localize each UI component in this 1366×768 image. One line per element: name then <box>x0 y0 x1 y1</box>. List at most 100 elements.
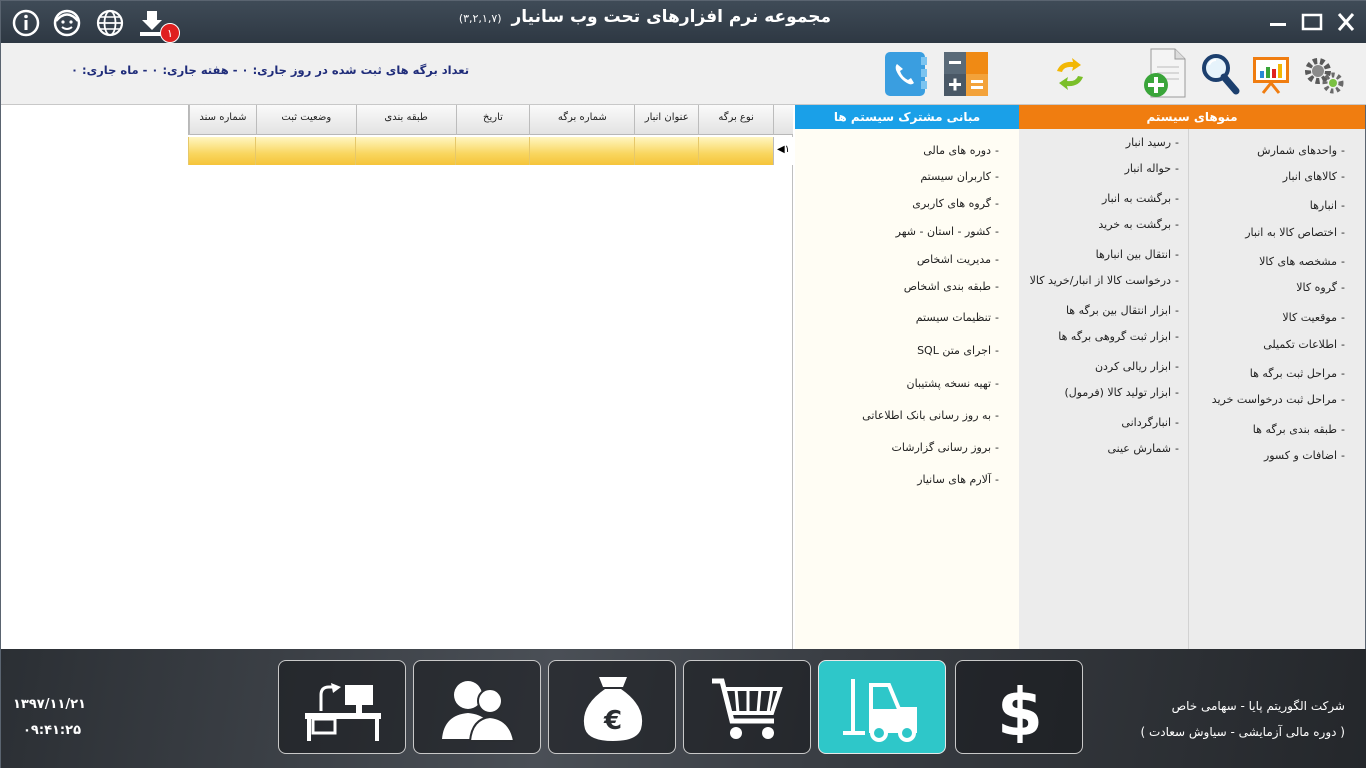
menu-item-return-to-warehouse[interactable]: -برگشت به انبار <box>1102 192 1179 205</box>
search-icon[interactable] <box>1199 51 1241 97</box>
menu-item-sheet-transfer-tool[interactable]: -ابزار انتقال بین برگه ها <box>1066 304 1179 317</box>
menu-item-assign-goods[interactable]: -اختصاص کالا به انبار <box>1245 226 1345 239</box>
menu-item-purchase-return[interactable]: -برگشت به خرید <box>1098 218 1179 231</box>
menu-item-goods-location[interactable]: -موقعیت کالا <box>1282 311 1345 324</box>
table-cell[interactable] <box>355 137 455 165</box>
table-cell[interactable] <box>455 137 529 165</box>
grid-col-document-number[interactable]: شماره سند <box>189 105 256 135</box>
notification-badge: ۱ <box>160 23 180 43</box>
window-title-text: مجموعه نرم افزارهای تحت وب سانیار <box>511 7 831 27</box>
people-icon <box>442 681 516 742</box>
module-office-button[interactable] <box>278 660 406 754</box>
grid-col-sheet-number[interactable]: شماره برگه <box>529 105 634 135</box>
phonebook-icon[interactable] <box>881 49 931 99</box>
menu-item-run-sql[interactable]: -اجرای متن SQL <box>917 344 999 357</box>
office-desk-icon <box>305 683 381 741</box>
menu-item-purchase-request-steps[interactable]: -مراحل ثبت درخواست خرید <box>1212 393 1345 406</box>
table-row[interactable]: ۱◀ <box>188 137 793 165</box>
menu-item-reports-update[interactable]: -بروز رسانی گزارشات <box>892 441 999 454</box>
module-accounting-button[interactable]: $ <box>955 660 1083 754</box>
grid-col-date[interactable]: تاریخ <box>455 105 530 135</box>
globe-icon[interactable] <box>95 8 125 38</box>
menu-item-warehouse-receipt[interactable]: -رسید انبار <box>1126 136 1179 149</box>
settings-icon[interactable] <box>1301 53 1347 97</box>
table-cell[interactable] <box>255 137 355 165</box>
menu-item-rial-valuation-tool[interactable]: -ابزار ریالی کردن <box>1095 360 1179 373</box>
maximize-button[interactable] <box>1300 11 1324 33</box>
support-icon[interactable] <box>52 8 82 38</box>
menu-item-sheet-steps[interactable]: -مراحل ثبت برگه ها <box>1250 367 1345 380</box>
module-people-button[interactable] <box>413 660 541 754</box>
menu-item-additions-deductions[interactable]: -اضافات و کسور <box>1264 449 1345 462</box>
grid-col-warehouse-title[interactable]: عنوان انبار <box>634 105 698 135</box>
menu-item-alarms[interactable]: -آلارم های سانیار <box>917 473 999 486</box>
table-cell[interactable] <box>188 137 255 165</box>
grid-col-status[interactable]: وضعیت ثبت <box>255 105 356 135</box>
menu-item-person-categories[interactable]: -طبقه بندی اشخاص <box>904 280 999 293</box>
menu-item-system-users[interactable]: -کاربران سیستم <box>920 170 999 183</box>
shared-menu-panel: مبانی مشترک سیستم ها -دوره های مالی -کار… <box>795 105 1019 649</box>
company-name: شرکت الگوریتم پایا - سهامی خاص <box>1171 699 1345 713</box>
info-icon[interactable] <box>11 8 41 38</box>
forklift-icon <box>843 679 917 742</box>
module-warehouse-button[interactable] <box>818 660 946 754</box>
menu-item-production-tool[interactable]: -ابزار تولید کالا (فرمول) <box>1064 386 1179 399</box>
menu-item-country-province-city[interactable]: -کشور - استان - شهر <box>896 225 999 238</box>
menu-item-goods-attributes[interactable]: -مشخصه های کالا <box>1259 255 1345 268</box>
menu-item-database-update[interactable]: -به روز رسانی بانک اطلاعاتی <box>862 409 999 422</box>
module-sales-button[interactable] <box>683 660 811 754</box>
table-cell[interactable] <box>698 137 773 165</box>
registered-sheets-stats: تعداد برگه های ثبت شده در روز جاری: ۰ - … <box>71 63 470 77</box>
dollar-icon: $ <box>997 674 1043 743</box>
menu-item-backup[interactable]: -تهیه نسخه پشتیبان <box>907 377 999 390</box>
current-time: ۰۹:۴۱:۲۵ <box>23 723 82 738</box>
close-button[interactable] <box>1334 11 1358 33</box>
menu-item-physical-count[interactable]: -شمارش عینی <box>1107 442 1179 455</box>
sheets-grid[interactable]: نوع برگه عنوان انبار شماره برگه تاریخ طب… <box>3 105 793 649</box>
shared-menu-header: مبانی مشترک سیستم ها <box>795 105 1019 129</box>
grid-col-category[interactable]: طبقه بندی <box>355 105 456 135</box>
table-cell[interactable] <box>634 137 698 165</box>
menu-item-persons[interactable]: -مدیریت اشخاص <box>917 253 999 266</box>
refresh-icon[interactable] <box>1051 55 1089 93</box>
menu-item-group-register-tool[interactable]: -ابزار ثبت گروهی برگه ها <box>1058 330 1179 343</box>
menu-item-goods-group[interactable]: -گروه کالا <box>1296 281 1345 294</box>
menu-item-warehouse-remittance[interactable]: -حواله انبار <box>1125 162 1179 175</box>
menu-item-sheet-categories[interactable]: -طبقه بندی برگه ها <box>1253 423 1345 436</box>
row-indicator: ۱◀ <box>773 137 793 165</box>
menu-item-goods-request[interactable]: -درخواست کالا از انبار/خرید کالا <box>1030 274 1179 287</box>
menu-item-system-settings[interactable]: -تنظیمات سیستم <box>916 311 999 324</box>
menu-divider <box>1188 129 1189 649</box>
fiscal-period: ( دوره مالی آزمایشی - سیاوش سعادت ) <box>1140 725 1345 739</box>
money-bag-icon: € <box>583 677 643 741</box>
menu-item-user-groups[interactable]: -گروه های کاربری <box>912 197 999 210</box>
module-finance-button[interactable]: € <box>548 660 676 754</box>
system-menu-panel: منوهای سیستم -واحدهای شمارش -کالاهای انب… <box>1019 105 1365 649</box>
menu-item-stocktaking[interactable]: -انبارگردانی <box>1121 416 1179 429</box>
grid-header-corner <box>773 105 793 135</box>
bottom-bar: ۱۳۹۷/۱۱/۲۱ ۰۹:۴۱:۲۵ € $ شرکت الگوریتم پا… <box>1 649 1366 768</box>
current-date: ۱۳۹۷/۱۱/۲۱ <box>13 697 86 712</box>
calculator-icon[interactable] <box>941 49 991 99</box>
menu-item-warehouses[interactable]: -انبارها <box>1310 199 1345 212</box>
report-icon[interactable] <box>1251 53 1291 95</box>
grid-header: نوع برگه عنوان انبار شماره برگه تاریخ طب… <box>188 105 793 135</box>
title-bar: ۱ مجموعه نرم افزارهای تحت وب سانیار (۳,۲… <box>1 1 1366 43</box>
version-label: (۳,۲,۱,۷) <box>458 12 502 25</box>
menu-item-fiscal-periods[interactable]: -دوره های مالی <box>923 144 999 157</box>
toolbar: تعداد برگه های ثبت شده در روز جاری: ۰ - … <box>1 43 1366 105</box>
menu-item-warehouse-goods[interactable]: -کالاهای انبار <box>1283 170 1345 183</box>
table-cell[interactable] <box>529 137 634 165</box>
minimize-button[interactable] <box>1266 11 1290 33</box>
menu-item-extra-info[interactable]: -اطلاعات تکمیلی <box>1263 338 1345 351</box>
menu-item-inter-warehouse-transfer[interactable]: -انتقال بین انبارها <box>1096 248 1179 261</box>
shopping-cart-icon <box>712 678 783 739</box>
row-number: ۱ <box>784 144 791 155</box>
grid-col-sheet-type[interactable]: نوع برگه <box>698 105 773 135</box>
svg-text:$: $ <box>997 674 1043 743</box>
menu-item-counting-units[interactable]: -واحدهای شمارش <box>1257 144 1345 157</box>
window-title: مجموعه نرم افزارهای تحت وب سانیار (۳,۲,۱… <box>459 7 831 27</box>
svg-text:€: € <box>603 706 622 736</box>
add-document-icon[interactable] <box>1141 47 1189 101</box>
app-window: ۱ مجموعه نرم افزارهای تحت وب سانیار (۳,۲… <box>0 0 1366 768</box>
